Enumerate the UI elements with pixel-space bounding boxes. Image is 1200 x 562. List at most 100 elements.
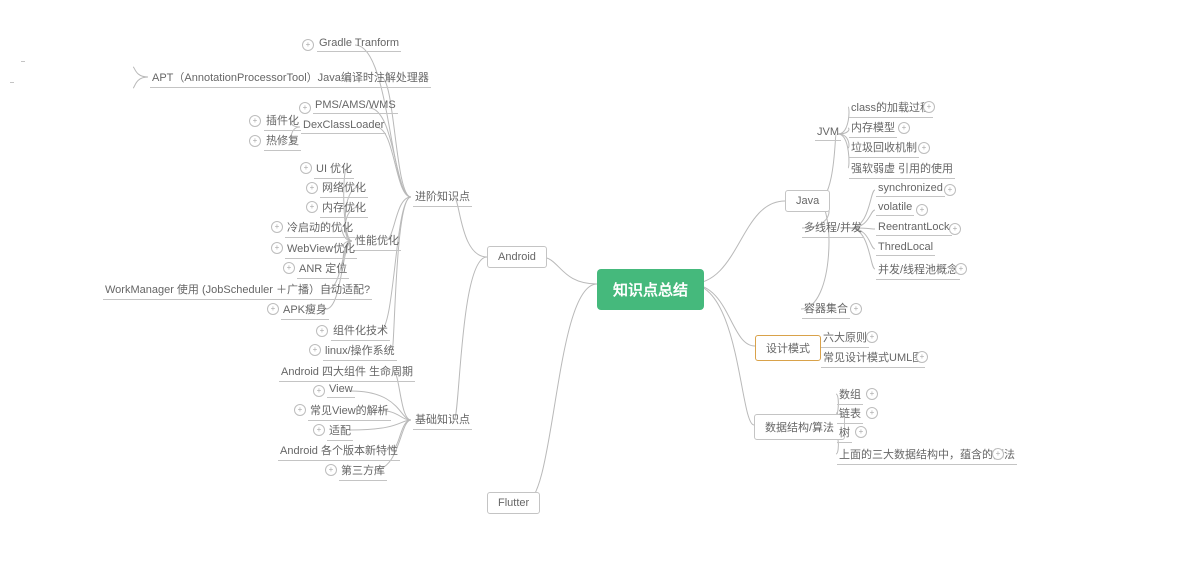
branch-flutter[interactable]: Flutter [487,492,540,514]
expand-icon[interactable] [313,424,325,436]
label: class的加载过程 [851,102,931,114]
leaf-gc[interactable]: 垃圾回收机制 [849,139,919,158]
expand-icon[interactable] [309,344,321,356]
expand-icon[interactable] [325,464,337,476]
leaf-apk[interactable]: APK瘦身 [281,301,329,320]
leaf-perf[interactable]: 性能优化 [353,232,401,251]
branch-label: 设计模式 [766,343,810,355]
leaf-anr[interactable]: ANR 定位 [297,260,349,279]
label: 性能优化 [355,235,399,247]
expand-icon[interactable] [866,331,878,343]
leaf-collections[interactable]: 容器集合 [802,300,850,319]
label: Android 各个版本新特性 [280,445,398,457]
leaf-uml[interactable]: 常见设计模式UML图 [821,349,925,368]
leaf-threadlocal[interactable]: ThredLocal [876,241,935,256]
leaf-linux[interactable]: linux/操作系统 [323,342,397,361]
leaf-memmodel[interactable]: 内存模型 [849,119,897,138]
branch-java[interactable]: Java [785,190,830,212]
label: UI 优化 [316,163,352,175]
expand-icon[interactable] [944,184,956,196]
expand-icon[interactable] [283,262,295,274]
expand-icon[interactable] [898,122,910,134]
leaf-linkedlist[interactable]: 链表 [837,405,863,424]
leaf-pms[interactable]: PMS/AMS/WMS [313,99,398,114]
expand-icon[interactable] [271,242,283,254]
branch-android[interactable]: Android [487,246,547,268]
leaf-lifecycle[interactable]: Android 四大组件 生命周期 [279,363,415,382]
leaf-view-parse[interactable]: 常见View的解析 [308,402,391,421]
leaf-apt-example[interactable] [21,59,25,62]
leaf-plugin[interactable]: 插件化 [264,112,301,131]
label: 内存模型 [851,122,895,134]
leaf-gradle[interactable]: Gradle Tranform [317,37,401,52]
leaf-ui-opt[interactable]: UI 优化 [314,160,354,179]
label: ThredLocal [878,241,933,253]
expand-icon[interactable] [992,448,1004,460]
leaf-comp[interactable]: 组件化技术 [331,322,390,341]
label: 组件化技术 [333,325,388,337]
leaf-cold-opt[interactable]: 冷启动的优化 [285,219,355,238]
leaf-volatile[interactable]: volatile [876,201,914,216]
leaf-reentrant[interactable]: ReentrantLock [876,221,952,236]
leaf-mem-opt[interactable]: 内存优化 [320,199,368,218]
section-basic[interactable]: 基础知识点 [413,411,472,430]
label: 进阶知识点 [415,191,470,203]
leaf-view[interactable]: View [327,383,355,398]
branch-ds[interactable]: 数据结构/算法 [754,414,845,440]
expand-icon[interactable] [306,182,318,194]
expand-icon[interactable] [313,385,325,397]
expand-icon[interactable] [306,201,318,213]
expand-icon[interactable] [271,221,283,233]
leaf-dex[interactable]: DexClassLoader [301,119,386,134]
branch-label: Android [498,251,536,263]
label: Android 四大组件 生命周期 [281,366,413,378]
leaf-hotfix[interactable]: 热修复 [264,132,301,151]
branch-design[interactable]: 设计模式 [755,335,821,361]
root-node[interactable]: 知识点总结 [597,269,704,310]
expand-icon[interactable] [249,135,261,147]
mindmap-stage: 知识点总结 Android Flutter 进阶知识点 基础知识点 Gradle… [0,0,1200,562]
section-advanced[interactable]: 进阶知识点 [413,188,472,207]
leaf-workmgr[interactable]: WorkManager 使用 (JobScheduler ＋广播）自动适配? [103,281,372,300]
expand-icon[interactable] [267,303,279,315]
expand-icon[interactable] [302,39,314,51]
leaf-versions[interactable]: Android 各个版本新特性 [278,442,400,461]
leaf-tree[interactable]: 树 [837,424,852,443]
leaf-net-opt[interactable]: 网络优化 [320,179,368,198]
label: View [329,383,353,395]
expand-icon[interactable] [850,303,862,315]
expand-icon[interactable] [916,351,928,363]
leaf-pool[interactable]: 并发/线程池概念 [876,261,960,280]
leaf-algo[interactable]: 上面的三大数据结构中，蕴含的算法 [837,446,1017,465]
leaf-principles[interactable]: 六大原则 [821,329,869,348]
expand-icon[interactable] [316,325,328,337]
label: ANR 定位 [299,263,347,275]
leaf-apt-impl[interactable] [10,80,14,83]
leaf-ref[interactable]: 强软弱虚 引用的使用 [849,160,955,179]
leaf-thirdparty[interactable]: 第三方库 [339,462,387,481]
expand-icon[interactable] [294,404,306,416]
expand-icon[interactable] [855,426,867,438]
expand-icon[interactable] [249,115,261,127]
leaf-adapt[interactable]: 适配 [327,422,353,441]
expand-icon[interactable] [300,162,312,174]
expand-icon[interactable] [866,407,878,419]
branch-label: Flutter [498,497,529,509]
expand-icon[interactable] [918,142,930,154]
node-concurrency[interactable]: 多线程/并发 [802,219,864,238]
leaf-sync[interactable]: synchronized [876,182,945,197]
expand-icon[interactable] [955,263,967,275]
expand-icon[interactable] [866,388,878,400]
node-jvm[interactable]: JVM [815,126,841,141]
leaf-apt[interactable]: APT（AnnotationProcessorTool）Java编译时注解处理器 [150,69,431,88]
leaf-webview-opt[interactable]: WebView优化 [285,240,357,259]
label: 上面的三大数据结构中，蕴含的算法 [839,449,1015,461]
expand-icon[interactable] [949,223,961,235]
label: JVM [817,126,839,138]
label: WorkManager 使用 (JobScheduler ＋广播）自动适配? [105,284,370,296]
expand-icon[interactable] [916,204,928,216]
leaf-array[interactable]: 数组 [837,386,863,405]
label: PMS/AMS/WMS [315,99,396,111]
leaf-classload[interactable]: class的加载过程 [849,99,933,118]
expand-icon[interactable] [923,101,935,113]
